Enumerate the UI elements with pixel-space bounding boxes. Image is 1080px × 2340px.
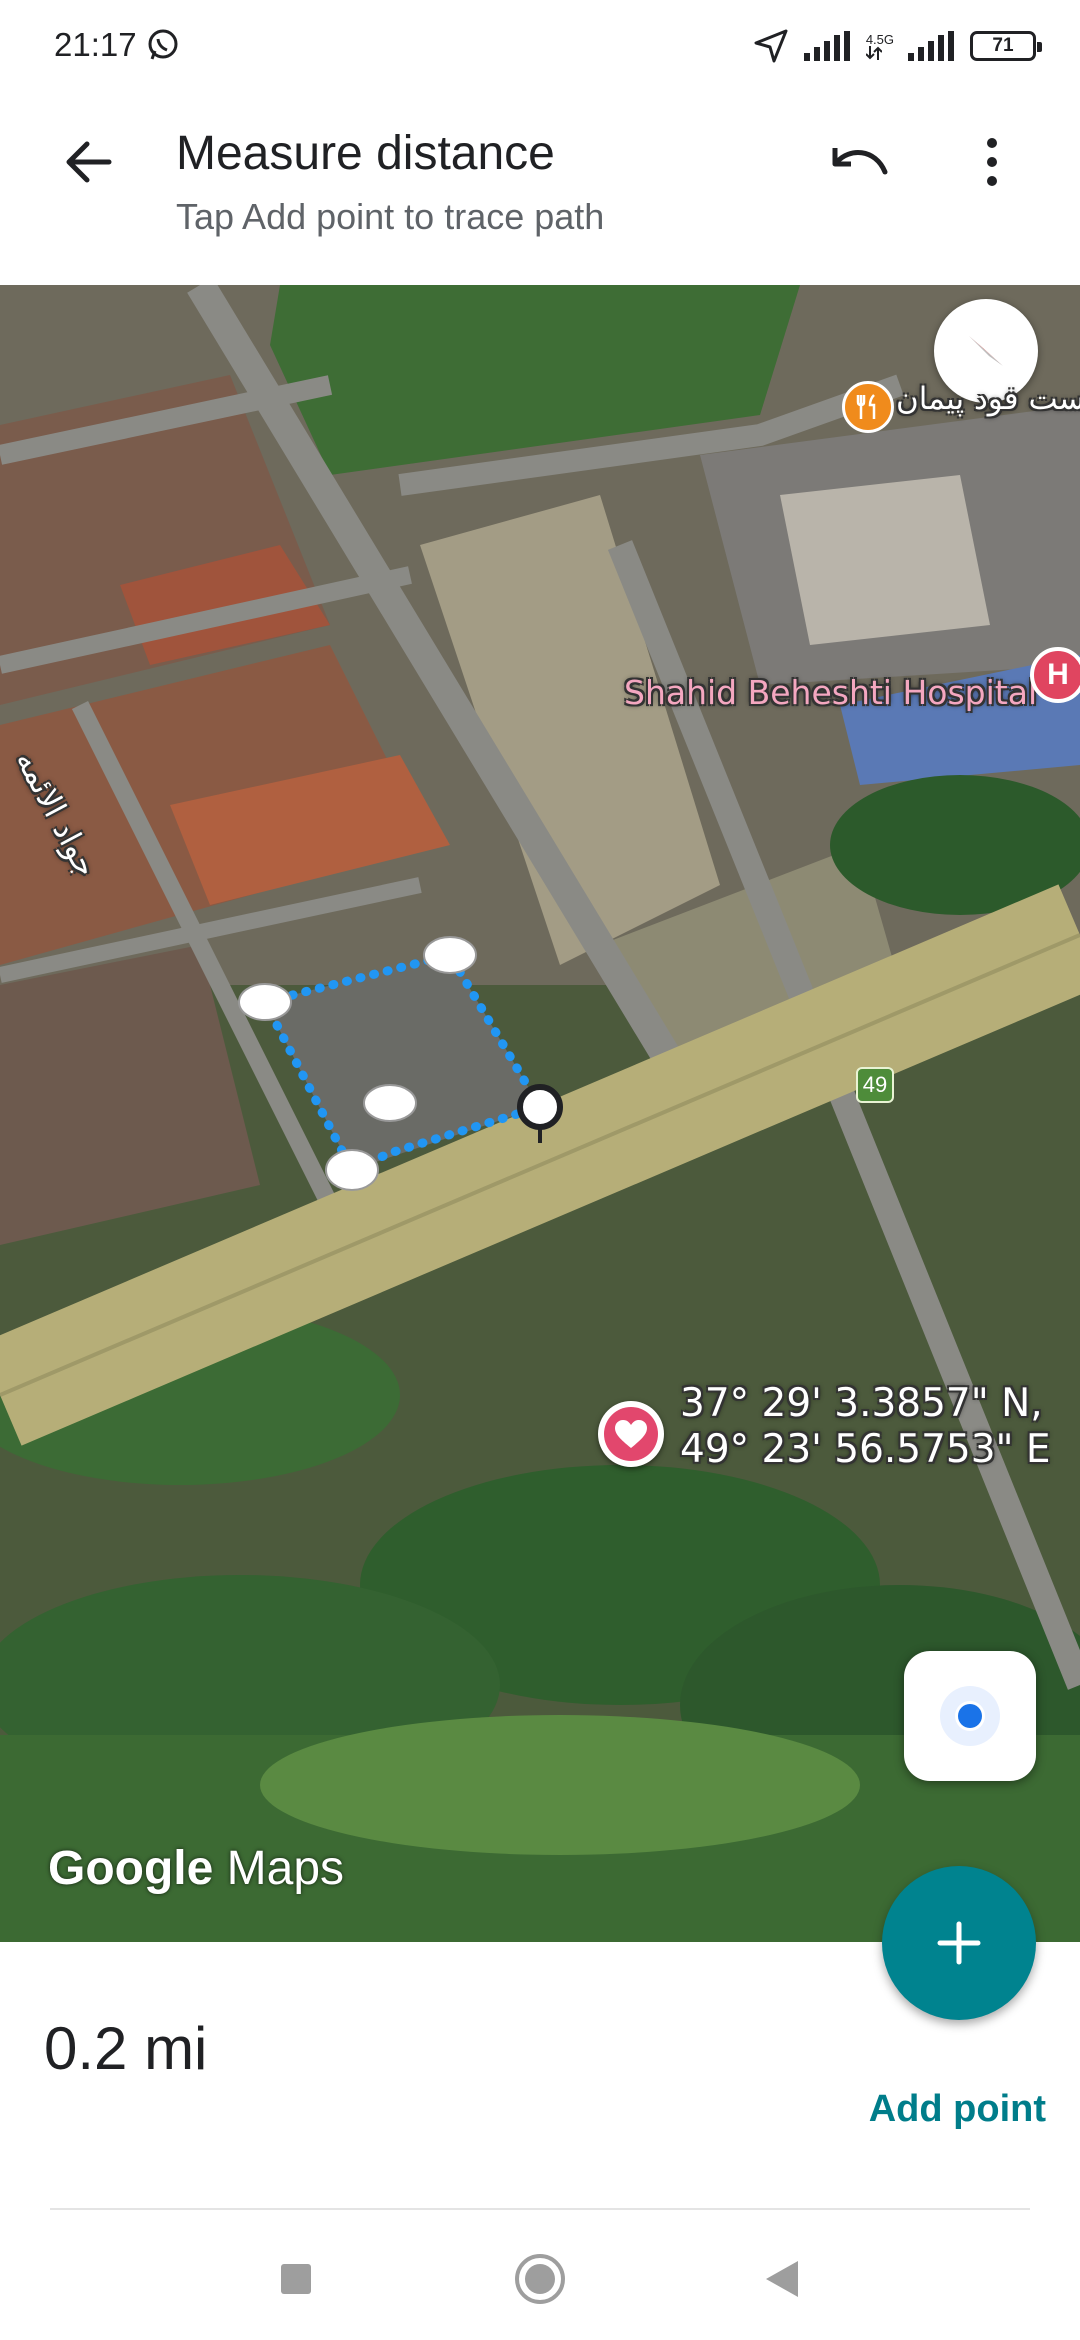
- divider: [50, 2208, 1030, 2210]
- status-time: 21:17: [54, 26, 137, 63]
- more-vert-icon: [987, 138, 997, 186]
- restaurant-label[interactable]: ست فود پیمان: [896, 381, 1080, 417]
- hospital-pin[interactable]: H: [1030, 647, 1080, 703]
- plus-icon: [937, 1921, 981, 1965]
- whatsapp-icon: [146, 28, 180, 62]
- heart-icon: [604, 1407, 658, 1461]
- recents-button[interactable]: [266, 2249, 326, 2309]
- my-location-button[interactable]: [904, 1651, 1036, 1781]
- circle-icon: [515, 2254, 565, 2304]
- status-bar: 21:17 4.5G 71: [0, 0, 1080, 90]
- back-nav-button[interactable]: [752, 2249, 812, 2309]
- network-type: 4.5G: [865, 33, 894, 60]
- page-title: Measure distance: [176, 127, 555, 180]
- distance-value: 0.2 mi: [44, 2015, 208, 2082]
- page-subtitle: Tap Add point to trace path: [176, 196, 605, 237]
- back-button[interactable]: [52, 126, 124, 198]
- route-shield: 49: [856, 1067, 894, 1103]
- add-point-link[interactable]: Add point: [869, 2088, 1046, 2131]
- hospital-label[interactable]: Shahid Beheshti Hospital: [624, 673, 1037, 712]
- signal-icon-2: [908, 31, 956, 61]
- coordinates-label[interactable]: 37° 29' 3.3857" N, 49° 23' 56.5753" E: [680, 1381, 1051, 1473]
- compass-icon: [969, 336, 1003, 366]
- arrow-left-icon: [66, 141, 112, 183]
- satellite-map[interactable]: ست فود پیمان Shahid Beheshti Hospital H …: [0, 285, 1080, 1942]
- more-options-button[interactable]: [960, 122, 1024, 202]
- google-maps-logo: Google Maps: [48, 1842, 345, 1895]
- undo-icon: [832, 148, 888, 175]
- restaurant-pin[interactable]: [842, 381, 894, 433]
- home-button[interactable]: [510, 2249, 570, 2309]
- favorite-pin[interactable]: [598, 1401, 664, 1467]
- location-arrow-icon: [752, 27, 790, 65]
- square-icon: [281, 2264, 311, 2294]
- triangle-back-icon: [766, 2261, 798, 2297]
- system-nav-bar: [0, 2215, 1080, 2340]
- add-point-fab[interactable]: [882, 1866, 1036, 2020]
- signal-icon: [803, 31, 852, 61]
- status-icons: 4.5G 71: [752, 24, 1042, 68]
- my-location-icon: [940, 1686, 1000, 1746]
- fork-knife-icon: [856, 394, 876, 419]
- app-header: Measure distance Tap Add point to trace …: [0, 90, 1080, 285]
- battery-icon: 71: [970, 31, 1042, 61]
- undo-button[interactable]: [820, 126, 900, 198]
